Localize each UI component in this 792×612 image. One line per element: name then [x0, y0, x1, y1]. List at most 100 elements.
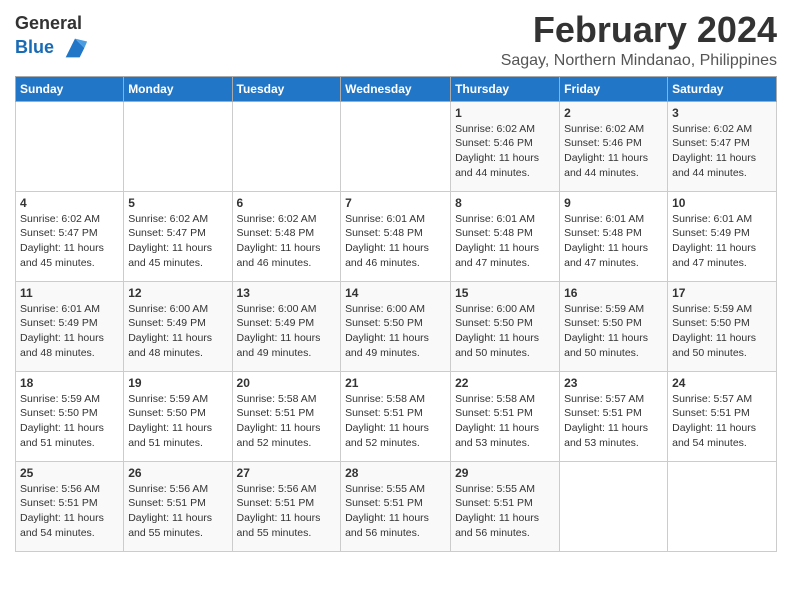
info-line: Sunrise: 6:02 AM — [564, 123, 644, 135]
info-line: Sunset: 5:49 PM — [237, 317, 315, 329]
day-number: 16 — [564, 286, 663, 300]
day-number: 26 — [128, 466, 227, 480]
day-info: Sunrise: 6:02 AMSunset: 5:47 PMDaylight:… — [20, 212, 119, 271]
day-number: 25 — [20, 466, 119, 480]
calendar-cell: 23Sunrise: 5:57 AMSunset: 5:51 PMDayligh… — [560, 371, 668, 461]
info-line: Sunset: 5:46 PM — [564, 137, 642, 149]
day-info: Sunrise: 6:02 AMSunset: 5:47 PMDaylight:… — [128, 212, 227, 271]
logo-general: General — [15, 13, 82, 33]
info-line: Daylight: 11 hours and 51 minutes. — [20, 422, 104, 449]
calendar-cell: 1Sunrise: 6:02 AMSunset: 5:46 PMDaylight… — [451, 101, 560, 191]
info-line: Daylight: 11 hours and 50 minutes. — [672, 332, 756, 359]
calendar-cell: 29Sunrise: 5:55 AMSunset: 5:51 PMDayligh… — [451, 461, 560, 551]
day-info: Sunrise: 5:56 AMSunset: 5:51 PMDaylight:… — [128, 482, 227, 541]
info-line: Daylight: 11 hours and 52 minutes. — [345, 422, 429, 449]
info-line: Daylight: 11 hours and 47 minutes. — [455, 242, 539, 269]
day-info: Sunrise: 6:01 AMSunset: 5:48 PMDaylight:… — [345, 212, 446, 271]
col-header-monday: Monday — [124, 76, 232, 101]
calendar-cell: 21 Sunrise: 5:58 AMSunset: 5:51 PMDayligh… — [341, 371, 451, 461]
day-info: Sunrise: 5:56 AMSunset: 5:51 PMDaylight:… — [20, 482, 119, 541]
day-info: Sunrise: 5:55 AMSunset: 5:51 PMDaylight:… — [345, 482, 446, 541]
info-line: Sunset: 5:47 PM — [20, 227, 98, 239]
info-line: Daylight: 11 hours and 53 minutes. — [455, 422, 539, 449]
info-line: Sunset: 5:48 PM — [237, 227, 315, 239]
info-line: Sunrise: 5:59 AM — [672, 303, 752, 315]
calendar-cell: 7 Sunrise: 6:01 AMSunset: 5:48 PMDaylight… — [341, 191, 451, 281]
info-line: Sunset: 5:51 PM — [672, 407, 750, 419]
info-line: Sunrise: 5:59 AM — [20, 393, 100, 405]
day-info: Sunrise: 6:01 AMSunset: 5:49 PMDaylight:… — [672, 212, 772, 271]
info-line: Sunrise: 5:59 AM — [564, 303, 644, 315]
info-line: Sunset: 5:48 PM — [564, 227, 642, 239]
calendar-cell: 11Sunrise: 6:01 AMSunset: 5:49 PMDayligh… — [16, 281, 124, 371]
info-line: Sunrise: 6:01 AM — [455, 213, 535, 225]
day-info: Sunrise: 5:55 AMSunset: 5:51 PMDaylight:… — [455, 482, 555, 541]
logo-line1: General — [15, 14, 89, 34]
day-number: 19 — [128, 376, 227, 390]
info-line: Sunset: 5:49 PM — [672, 227, 750, 239]
info-line: Daylight: 11 hours and 53 minutes. — [564, 422, 648, 449]
day-info: Sunrise: 6:02 AM Sunset: 5:46 PM Daylight:… — [564, 122, 663, 181]
info-line: Sunset: 5:51 PM — [345, 407, 423, 419]
calendar-cell: 4Sunrise: 6:02 AMSunset: 5:47 PMDaylight… — [16, 191, 124, 281]
col-header-friday: Friday — [560, 76, 668, 101]
calendar-week-4: 25Sunrise: 5:56 AMSunset: 5:51 PMDayligh… — [16, 461, 777, 551]
info-line: Sunset: 5:51 PM — [564, 407, 642, 419]
info-line: Daylight: 11 hours and 55 minutes. — [237, 512, 321, 539]
calendar-cell: 8Sunrise: 6:01 AMSunset: 5:48 PMDaylight… — [451, 191, 560, 281]
day-number: 13 — [237, 286, 337, 300]
day-number: 8 — [455, 196, 555, 210]
calendar-cell: 22Sunrise: 5:58 AMSunset: 5:51 PMDayligh… — [451, 371, 560, 461]
info-line: Sunset: 5:48 PM — [345, 227, 423, 239]
info-line: Daylight: 11 hours and 44 minutes. — [564, 152, 648, 179]
info-line: Sunset: 5:51 PM — [455, 407, 533, 419]
day-number: 15 — [455, 286, 555, 300]
day-number: 5 — [128, 196, 227, 210]
info-line: Daylight: 11 hours and 48 minutes. — [20, 332, 104, 359]
info-line: Sunrise: 5:56 AM — [20, 483, 100, 495]
info-line: Sunrise: 6:02 AM — [672, 123, 752, 135]
calendar-week-1: 4Sunrise: 6:02 AMSunset: 5:47 PMDaylight… — [16, 191, 777, 281]
calendar-cell — [668, 461, 777, 551]
location-title: Sagay, Northern Mindanao, Philippines — [501, 52, 777, 70]
info-line: Sunrise: 5:59 AM — [128, 393, 208, 405]
calendar-cell: 10Sunrise: 6:01 AMSunset: 5:49 PMDayligh… — [668, 191, 777, 281]
info-line: Daylight: 11 hours and 50 minutes. — [455, 332, 539, 359]
day-info: Sunrise: 6:01 AMSunset: 5:49 PMDaylight:… — [20, 302, 119, 361]
info-line: Sunset: 5:50 PM — [455, 317, 533, 329]
day-info: Sunrise: 5:57 AMSunset: 5:51 PMDaylight:… — [672, 392, 772, 451]
calendar-cell: 5 Sunrise: 6:02 AMSunset: 5:47 PMDaylight… — [124, 191, 232, 281]
calendar-cell: 26Sunrise: 5:56 AMSunset: 5:51 PMDayligh… — [124, 461, 232, 551]
calendar-cell: 2Sunrise: 6:02 AMSunset: 5:46 PMDaylight… — [560, 101, 668, 191]
info-line: Sunrise: 6:00 AM — [455, 303, 535, 315]
day-info: Sunrise: 5:57 AMSunset: 5:51 PMDaylight:… — [564, 392, 663, 451]
calendar-cell — [232, 101, 341, 191]
day-number: 7 — [345, 196, 446, 210]
calendar-table: SundayMondayTuesdayWednesdayThursdayFrid… — [15, 76, 777, 552]
info-line: Sunrise: 5:56 AM — [237, 483, 317, 495]
day-info: Sunrise: 5:58 AMSunset: 5:51 PMDaylight:… — [345, 392, 446, 451]
logo-blue-text: Blue — [15, 37, 54, 57]
day-info: Sunrise: 6:01 AMSunset: 5:48 PMDaylight:… — [564, 212, 663, 271]
day-number: 21 — [345, 376, 446, 390]
logo-line2: Blue — [15, 34, 89, 62]
calendar-week-3: 18Sunrise: 5:59 AMSunset: 5:50 PMDayligh… — [16, 371, 777, 461]
calendar-header-row: SundayMondayTuesdayWednesdayThursdayFrid… — [16, 76, 777, 101]
day-number: 4 — [20, 196, 119, 210]
info-line: Daylight: 11 hours and 56 minutes. — [345, 512, 429, 539]
day-info: Sunrise: 5:58 AMSunset: 5:51 PMDaylight:… — [237, 392, 337, 451]
info-line: Daylight: 11 hours and 49 minutes. — [237, 332, 321, 359]
info-line: Sunset: 5:51 PM — [128, 497, 206, 509]
info-line: Daylight: 11 hours and 47 minutes. — [672, 242, 756, 269]
info-line: Sunset: 5:50 PM — [128, 407, 206, 419]
col-header-sunday: Sunday — [16, 76, 124, 101]
calendar-cell — [560, 461, 668, 551]
month-title: February 2024 — [501, 10, 777, 50]
info-line: Sunrise: 6:02 AM — [20, 213, 100, 225]
info-line: Sunrise: 5:55 AM — [455, 483, 535, 495]
info-line: Sunrise: 5:56 AM — [128, 483, 208, 495]
day-number: 9 — [564, 196, 663, 210]
info-line: Sunset: 5:51 PM — [237, 497, 315, 509]
info-line: Sunset: 5:51 PM — [455, 497, 533, 509]
calendar-cell: 27Sunrise: 5:56 AMSunset: 5:51 PMDayligh… — [232, 461, 341, 551]
